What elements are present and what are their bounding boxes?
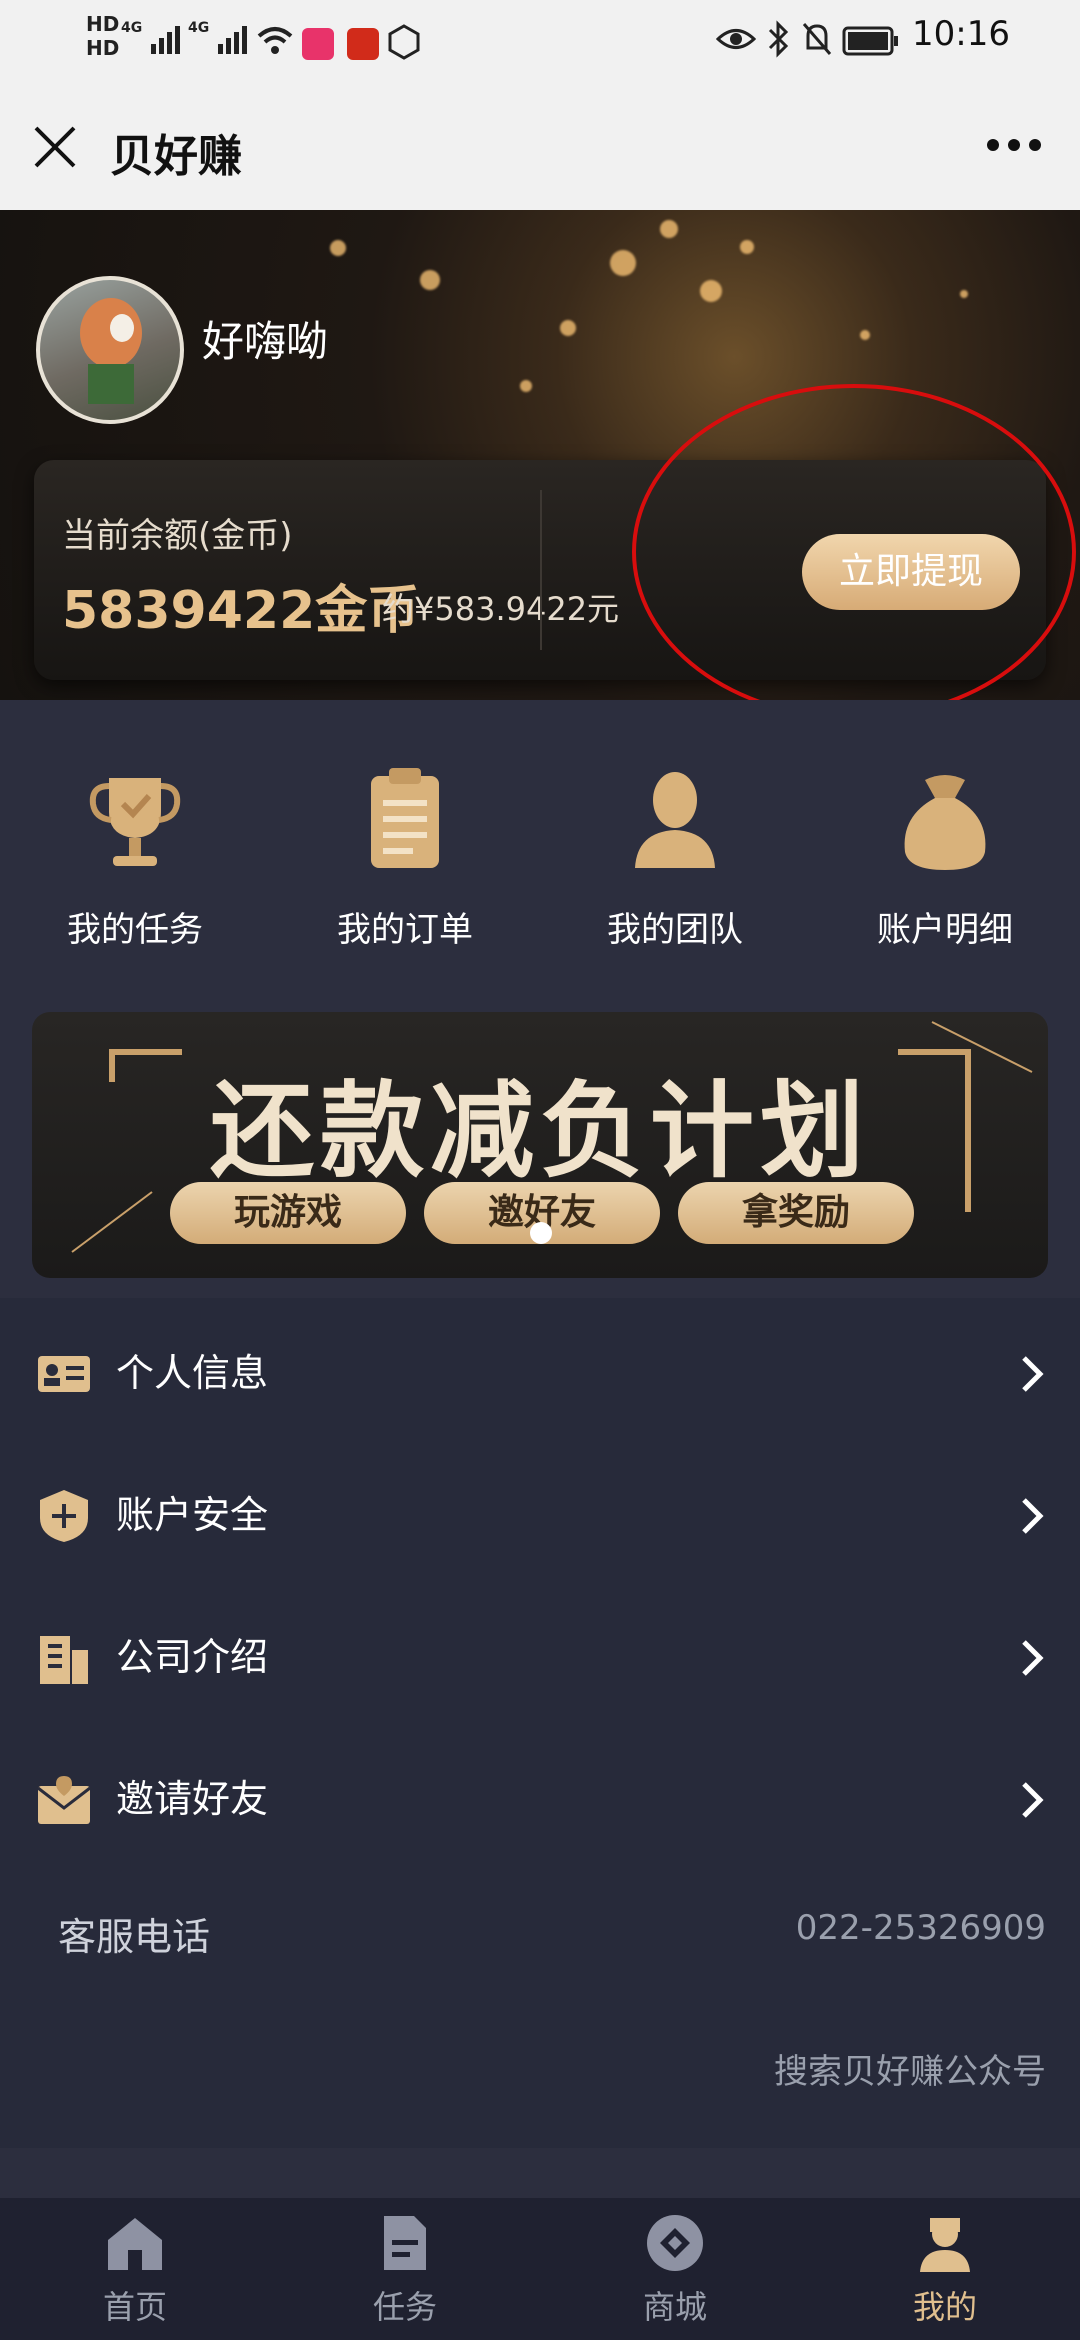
hd-icon: HD HD	[86, 12, 120, 60]
avatar[interactable]	[36, 276, 184, 424]
eye-icon	[716, 29, 756, 49]
menu-item-invite-friends[interactable]: 邀请好友	[0, 1724, 1080, 1864]
quick-action-label: 我的订单	[337, 910, 473, 950]
carousel-indicator[interactable]	[530, 1222, 552, 1244]
status-left-icons: HD HD 4G 4G	[86, 12, 422, 60]
task-document-icon	[384, 2216, 426, 2270]
nav-tasks[interactable]: 任务	[270, 2212, 540, 2328]
nav-label: 首页	[102, 2288, 167, 2326]
bottom-nav: 首页 任务 商城 我的	[0, 2198, 1080, 2340]
balance-value: 5839422金币	[62, 581, 420, 641]
official-account-hint: 搜索贝好赚公众号	[774, 2052, 1046, 2092]
shop-icon	[647, 2215, 703, 2271]
menu-item-label: 个人信息	[116, 1351, 269, 1395]
close-icon[interactable]	[30, 122, 80, 172]
app-notification-icon	[301, 28, 334, 60]
menu-item-personal-info[interactable]: 个人信息	[0, 1298, 1080, 1438]
nav-home[interactable]: 首页	[0, 2212, 270, 2328]
chevron-right-icon	[1022, 1640, 1044, 1676]
red-annotation-circle	[632, 384, 1076, 720]
nav-label: 任务	[372, 2288, 437, 2326]
quick-action-tasks[interactable]: 我的任务	[0, 760, 270, 951]
nav-label: 商城	[642, 2288, 707, 2326]
menu-item-account-security[interactable]: 账户安全	[0, 1440, 1080, 1580]
nav-shop[interactable]: 商城	[540, 2212, 810, 2328]
signal-icon-2: 4G	[188, 20, 247, 54]
customer-service-label: 客服电话	[58, 1915, 211, 1959]
id-card-icon	[38, 1356, 90, 1392]
trophy-icon	[89, 778, 181, 866]
profile-icon	[920, 2218, 970, 2272]
nav-label: 我的	[912, 2288, 977, 2326]
quick-action-orders[interactable]: 我的订单	[270, 760, 540, 951]
building-icon	[40, 1636, 88, 1684]
quick-action-label: 我的任务	[67, 910, 203, 950]
quick-action-team[interactable]: 我的团队	[540, 760, 810, 951]
balance-label: 当前余额(金币)	[62, 516, 293, 556]
invite-envelope-icon	[37, 1776, 91, 1824]
banner-title: 还款减负计划	[209, 1070, 870, 1192]
status-bar: HD HD 4G 4G 10:16	[0, 0, 1080, 80]
svg-text:4G: 4G	[188, 20, 209, 36]
more-options-icon[interactable]	[986, 138, 1042, 152]
chevron-right-icon	[1022, 1782, 1044, 1818]
banner-pill: 玩游戏	[170, 1182, 406, 1244]
quick-action-label: 我的团队	[607, 910, 743, 950]
chevron-right-icon	[1022, 1356, 1044, 1392]
nav-mine[interactable]: 我的	[810, 2212, 1080, 2328]
mute-bell-icon	[802, 23, 832, 55]
money-bag-icon	[904, 775, 986, 870]
customer-service-phone[interactable]: 022-25326909	[796, 1908, 1046, 1948]
wifi-icon	[257, 27, 293, 54]
page-title: 贝好赚	[110, 131, 242, 182]
battery-icon	[842, 26, 898, 56]
card-divider	[540, 490, 542, 650]
svg-text:4G: 4G	[121, 20, 142, 36]
clipboard-icon	[371, 768, 439, 868]
banner-pill: 拿奖励	[678, 1182, 914, 1244]
clock: 10:16	[912, 14, 1010, 54]
quick-actions: 我的任务 我的订单 我的团队 账户明细	[0, 700, 1080, 1000]
person-icon	[635, 772, 715, 868]
quick-action-label: 账户明细	[877, 910, 1013, 950]
bluetooth-icon	[768, 20, 789, 58]
title-bar: 贝好赚	[0, 80, 1080, 210]
home-icon	[108, 2218, 162, 2270]
username: 好嗨呦	[202, 317, 329, 366]
app-notification-icon-2	[346, 28, 379, 60]
menu-item-label: 邀请好友	[116, 1777, 269, 1821]
signal-icon: 4G	[121, 20, 180, 54]
shield-icon	[40, 1490, 88, 1542]
chevron-right-icon	[1022, 1498, 1044, 1534]
menu-item-company-intro[interactable]: 公司介绍	[0, 1582, 1080, 1722]
menu-list: 个人信息 账户安全 公司介绍 邀请好友	[0, 1298, 1080, 2148]
menu-item-label: 账户安全	[116, 1493, 269, 1537]
quick-action-account-details[interactable]: 账户明细	[810, 760, 1080, 951]
menu-item-label: 公司介绍	[116, 1635, 269, 1679]
hand-icon	[388, 24, 420, 60]
balance-approx: 约¥583.9422元	[382, 590, 620, 628]
